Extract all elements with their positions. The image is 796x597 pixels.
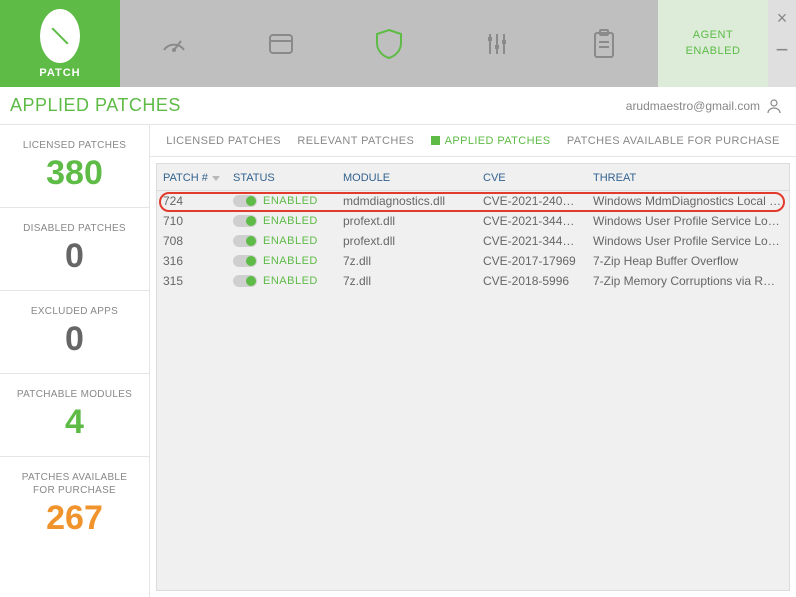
table-header-row: PATCH # STATUS MODULE CVE THREAT — [157, 164, 789, 191]
stat-value: 0 — [6, 237, 143, 276]
tab-relevant-patches[interactable]: RELEVANT PATCHES — [297, 135, 414, 147]
sidebar: LICENSED PATCHES 380 DISABLED PATCHES 0 … — [0, 125, 150, 597]
col-module[interactable]: MODULE — [337, 164, 477, 191]
cell-cve: CVE-2018-5996 — [477, 271, 587, 291]
table-row[interactable]: 710ENABLEDprofext.dllCVE-2021-34484...Wi… — [157, 211, 789, 231]
toggle-icon[interactable] — [233, 255, 257, 267]
tab-licensed-patches[interactable]: LICENSED PATCHES — [166, 135, 281, 147]
close-icon[interactable]: × — [777, 0, 788, 29]
tab-patches-for-purchase[interactable]: PATCHES AVAILABLE FOR PURCHASE — [567, 135, 780, 147]
stat-label: DISABLED PATCHES — [6, 222, 143, 235]
patch-logo-icon — [40, 9, 80, 63]
col-cve[interactable]: CVE — [477, 164, 587, 191]
stat-patches-available[interactable]: PATCHES AVAILABLE FOR PURCHASE 267 — [0, 457, 149, 552]
cell-status: ENABLED — [227, 231, 337, 251]
cell-patch: 724 — [157, 191, 227, 212]
stat-value: 0 — [6, 320, 143, 359]
cell-status: ENABLED — [227, 191, 337, 212]
stat-label: EXCLUDED APPS — [6, 305, 143, 318]
cell-module: profext.dll — [337, 211, 477, 231]
cell-threat: Windows User Profile Service Local ... — [587, 231, 789, 251]
cell-status: ENABLED — [227, 271, 337, 291]
stat-label: PATCHABLE MODULES — [6, 388, 143, 401]
body: LICENSED PATCHES 380 DISABLED PATCHES 0 … — [0, 125, 796, 597]
user-icon — [766, 98, 782, 114]
col-threat[interactable]: THREAT — [587, 164, 789, 191]
agent-line1: AGENT — [693, 29, 733, 41]
cell-threat: 7-Zip Heap Buffer Overflow — [587, 251, 789, 271]
toggle-icon[interactable] — [233, 275, 257, 287]
stat-label: LICENSED PATCHES — [6, 139, 143, 152]
page-title: APPLIED PATCHES — [10, 95, 181, 116]
cell-status: ENABLED — [227, 211, 337, 231]
cell-patch: 315 — [157, 271, 227, 291]
patch-logo-label: PATCH — [39, 67, 80, 79]
col-status[interactable]: STATUS — [227, 164, 337, 191]
stat-value: 4 — [6, 403, 143, 442]
col-patch[interactable]: PATCH # — [157, 164, 227, 191]
cell-threat: 7-Zip Memory Corruptions via RAR ... — [587, 271, 789, 291]
main: LICENSED PATCHES RELEVANT PATCHES APPLIE… — [150, 125, 796, 597]
stat-patchable-modules[interactable]: PATCHABLE MODULES 4 — [0, 374, 149, 457]
table-row[interactable]: 316ENABLED7z.dllCVE-2017-179697-Zip Heap… — [157, 251, 789, 271]
table-row[interactable]: 315ENABLED7z.dllCVE-2018-59967-Zip Memor… — [157, 271, 789, 291]
cell-module: 7z.dll — [337, 251, 477, 271]
user-account[interactable]: arudmaestro@gmail.com — [626, 98, 782, 114]
agent-status[interactable]: AGENT ENABLED — [658, 0, 768, 87]
stat-label: PATCHES AVAILABLE FOR PURCHASE — [6, 471, 143, 497]
cell-patch: 708 — [157, 231, 227, 251]
cell-cve: CVE-2017-17969 — [477, 251, 587, 271]
stat-value: 267 — [6, 499, 143, 538]
cell-cve: CVE-2021-34484... — [477, 211, 587, 231]
stat-licensed-patches[interactable]: LICENSED PATCHES 380 — [0, 125, 149, 208]
cell-module: profext.dll — [337, 231, 477, 251]
minimize-icon[interactable]: − — [776, 29, 789, 63]
toolbar — [120, 0, 658, 87]
cell-threat: Windows MdmDiagnostics Local Pri... — [587, 191, 789, 212]
cell-module: mdmdiagnostics.dll — [337, 191, 477, 212]
stat-disabled-patches[interactable]: DISABLED PATCHES 0 — [0, 208, 149, 291]
cell-cve: CVE-2021-24084... — [477, 191, 587, 212]
window-icon[interactable] — [228, 29, 336, 59]
dashboard-icon[interactable] — [120, 28, 228, 60]
stat-excluded-apps[interactable]: EXCLUDED APPS 0 — [0, 291, 149, 374]
tab-applied-patches[interactable]: APPLIED PATCHES — [431, 135, 551, 147]
cell-module: 7z.dll — [337, 271, 477, 291]
patch-table-container: PATCH # STATUS MODULE CVE THREAT 724ENAB… — [156, 163, 790, 591]
app-header: PATCH AGENT ENABLED × − — [0, 0, 796, 87]
stat-value: 380 — [6, 154, 143, 193]
tabs: LICENSED PATCHES RELEVANT PATCHES APPLIE… — [150, 125, 796, 157]
toggle-icon[interactable] — [233, 235, 257, 247]
subheader: APPLIED PATCHES arudmaestro@gmail.com — [0, 87, 796, 125]
table-row[interactable]: 708ENABLEDprofext.dllCVE-2021-34484...Wi… — [157, 231, 789, 251]
table-row[interactable]: 724ENABLEDmdmdiagnostics.dllCVE-2021-240… — [157, 191, 789, 212]
window-controls: × − — [768, 0, 796, 87]
patch-logo-tile[interactable]: PATCH — [0, 0, 120, 87]
cell-patch: 316 — [157, 251, 227, 271]
clipboard-icon[interactable] — [550, 28, 658, 60]
cell-cve: CVE-2021-34484... — [477, 231, 587, 251]
patch-table: PATCH # STATUS MODULE CVE THREAT 724ENAB… — [157, 164, 789, 291]
toggle-icon[interactable] — [233, 195, 257, 207]
user-email: arudmaestro@gmail.com — [626, 99, 760, 113]
sliders-icon[interactable] — [443, 29, 551, 59]
cell-status: ENABLED — [227, 251, 337, 271]
square-icon — [431, 136, 440, 145]
shield-icon[interactable] — [335, 27, 443, 61]
toggle-icon[interactable] — [233, 215, 257, 227]
agent-line2: ENABLED — [686, 45, 741, 57]
cell-patch: 710 — [157, 211, 227, 231]
cell-threat: Windows User Profile Service Local ... — [587, 211, 789, 231]
